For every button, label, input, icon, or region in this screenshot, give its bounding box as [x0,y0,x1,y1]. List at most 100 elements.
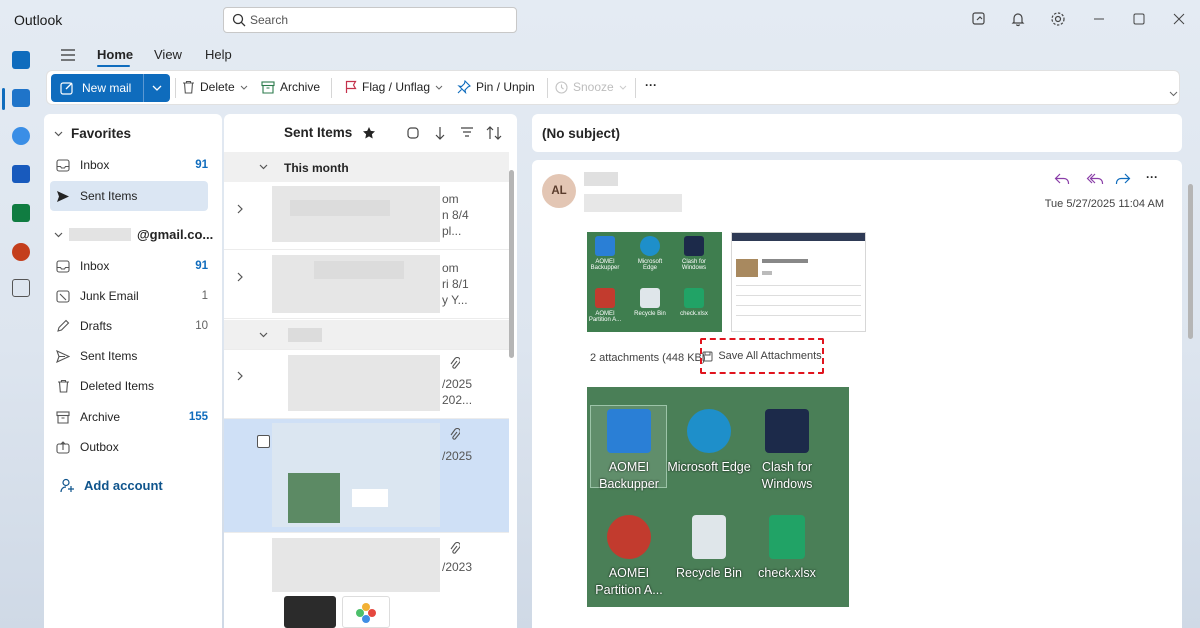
group-header-collapsed[interactable] [224,320,509,350]
new-mail-dropdown[interactable] [144,74,170,102]
favorite-inbox[interactable]: Inbox 91 [50,151,208,179]
new-mail-main[interactable]: New mail [51,74,143,102]
reading-pane-scrollbar[interactable] [1188,170,1194,602]
folder-outbox[interactable]: Outbox [50,433,208,461]
search-box[interactable]: Search [223,7,517,33]
powerpoint-app-icon[interactable] [12,243,30,261]
chevron-down-icon [259,164,268,170]
my-day-icon[interactable] [971,11,987,27]
people-app-icon[interactable] [12,127,30,145]
excel-app-icon[interactable] [12,204,30,222]
flag-label: Flag / Unflag [362,80,431,94]
message-date: /2025 [442,449,473,463]
send-icon [57,190,69,202]
ribbon-expand-chevron-icon[interactable] [1169,91,1178,97]
reply-icon[interactable] [1054,172,1070,186]
maximize-icon[interactable] [1133,13,1145,25]
select-icon[interactable] [406,126,420,140]
folder-name: Inbox [80,158,110,172]
more-options-button[interactable]: ··· [645,78,657,92]
forward-icon[interactable] [1115,172,1131,186]
notification-bell-icon[interactable] [1010,11,1026,27]
attachment-thumbnail-webpage[interactable] [731,232,866,332]
settings-gear-icon[interactable] [1050,11,1066,27]
chevron-right-icon[interactable] [237,272,243,282]
attachments-info: 2 attachments (448 KB) [590,352,706,364]
photos-app-preview [342,596,390,628]
archive-button[interactable]: Archive [261,80,320,94]
favorites-header[interactable]: Favorites [54,126,131,141]
folder-name: Deleted Items [80,379,155,393]
message-list-scrollbar[interactable] [509,170,514,358]
message-row[interactable]: om ri 8/1 y Y... [224,251,509,319]
tab-home-underline [97,65,130,67]
hamburger-menu-icon[interactable] [60,48,76,62]
more-actions-button[interactable]: ··· [1146,170,1158,184]
microsoft-edge-icon [687,409,731,453]
message-row[interactable]: /2025 202... [224,351,509,419]
thumb-label: Recycle Bin [634,311,666,317]
filter-icon[interactable] [460,126,474,138]
message-checkbox[interactable] [257,435,270,448]
rail-selection-indicator [2,88,5,110]
redacted-sender [584,172,618,186]
calendar-app-icon[interactable] [12,89,30,107]
chevron-down-icon [152,85,162,91]
mail-app-icon[interactable] [12,51,30,69]
pin-label: Pin / Unpin [476,80,535,94]
item-count: 155 [188,411,208,423]
new-mail-label: New mail [82,81,132,95]
scrollbar-thumb[interactable] [1188,184,1193,339]
sender-avatar[interactable]: AL [542,174,576,208]
redacted-content [288,355,440,411]
minimize-icon[interactable] [1093,13,1105,25]
add-account-button[interactable]: Add account [60,478,163,493]
folder-deleted-items[interactable]: Deleted Items [50,372,208,400]
chevron-right-icon[interactable] [237,204,243,214]
group-header-this-month[interactable]: This month [224,152,509,182]
folder-archive[interactable]: Archive 155 [50,403,208,431]
thumb-label: AOMEI Partition A... [588,311,622,323]
message-row[interactable]: /2023 [224,534,509,628]
email-date: Tue 5/27/2025 11:04 AM [1044,198,1164,210]
aomei-backupper-icon [595,236,615,256]
aomei-partition-icon [595,288,615,308]
folder-sent-items[interactable]: Sent Items [50,342,208,370]
message-row[interactable]: om n 8/4 pl... [224,182,509,250]
pin-unpin-button[interactable]: Pin / Unpin [457,80,535,94]
ribbon: Home View Help New mail Delete Archive F… [42,40,1194,106]
folder-drafts[interactable]: Drafts 10 [50,312,208,340]
thumb-label: Clash for Windows [681,259,707,271]
tab-view[interactable]: View [154,47,182,62]
folder-name: Sent Items [80,349,138,363]
word-app-icon[interactable] [12,165,30,183]
desktop-icon-label: Microsoft Edge [667,460,751,474]
favorite-star-icon[interactable] [362,126,376,140]
more-apps-icon[interactable] [12,279,30,297]
folder-inbox[interactable]: Inbox 91 [50,252,208,280]
chevron-right-icon[interactable] [237,371,243,381]
new-mail-button[interactable]: New mail [51,74,170,102]
reply-all-icon[interactable] [1086,172,1104,186]
flag-unflag-button[interactable]: Flag / Unflag [345,80,443,94]
redacted-group-label [288,328,322,342]
tab-home[interactable]: Home [97,47,133,62]
close-icon[interactable] [1173,13,1185,25]
message-row-selected[interactable]: /2025 [224,419,509,533]
account-header[interactable]: @gmail.co... [54,227,213,242]
delete-button[interactable]: Delete [182,80,248,94]
sort-icon[interactable] [486,126,502,140]
save-all-label: Save All Attachments [718,350,822,362]
search-icon [232,13,246,27]
attachment-thumbnail-desktop[interactable]: AOMEI Backupper Microsoft Edge Clash for… [587,232,722,332]
favorite-sent-items[interactable]: Sent Items [50,181,208,211]
save-all-attachments-button[interactable]: Save All Attachments [700,338,824,374]
chevron-down-icon [240,85,248,90]
snooze-button[interactable]: Snooze [555,80,627,94]
clock-icon [555,80,568,94]
folder-junk-email[interactable]: Junk Email 1 [50,282,208,310]
tab-help[interactable]: Help [205,47,232,62]
aomei-backupper-icon [607,409,651,453]
message-fragment: n 8/4 [442,208,469,222]
jump-to-icon[interactable] [434,126,446,140]
